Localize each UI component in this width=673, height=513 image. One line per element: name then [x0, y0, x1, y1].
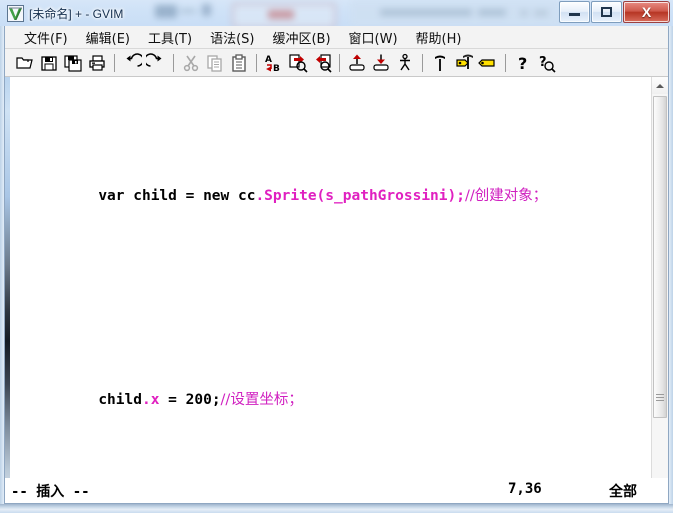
maximize-icon [601, 6, 612, 17]
code-content[interactable]: var child = new cc.Sprite(s_pathGrossini… [11, 77, 641, 503]
toolbar-separator [339, 53, 340, 72]
toolbar-separator [256, 53, 257, 72]
window-title: [未命名] + - GVIM [29, 6, 124, 21]
make-icon [435, 55, 445, 71]
window-controls: X [558, 0, 670, 23]
gvim-window: [未命名] + - GVIM X 文件(F) 编辑(E) 工具(T) 语法(S)… [0, 0, 673, 513]
status-position: 7,36 [508, 481, 542, 497]
status-line: -- 插入 -- 7,36 全部 [5, 478, 668, 503]
undo-button[interactable] [120, 51, 144, 75]
svg-text:B: B [273, 64, 280, 73]
copy-button[interactable] [203, 51, 227, 75]
menu-help[interactable]: 帮助(H) [407, 26, 471, 49]
code-token: child [98, 392, 142, 408]
open-file-icon [16, 56, 33, 69]
jump-to-tag-icon [478, 58, 495, 67]
build-tags-icon [456, 54, 473, 69]
code-comment: //创建对象； [464, 188, 548, 204]
editor-area[interactable]: var child = new cc.Sprite(s_pathGrossini… [5, 77, 668, 503]
code-token: var child = new cc [98, 188, 256, 204]
load-session-button[interactable] [345, 51, 369, 75]
paste-button[interactable] [227, 51, 251, 75]
menu-syntax[interactable]: 语法(S) [201, 26, 263, 49]
redo-button[interactable] [144, 51, 168, 75]
svg-text:?: ? [518, 54, 527, 73]
save-file-icon [41, 55, 57, 71]
status-mode: -- 插入 -- [11, 484, 90, 500]
find-help-button[interactable]: ? [535, 51, 559, 75]
find-help-icon: ? [539, 55, 556, 73]
code-line-3: child.x = 200;//设置坐标； [11, 349, 641, 408]
menu-edit[interactable]: 编辑(E) [77, 26, 139, 49]
scroll-thumb-grip [656, 392, 664, 403]
code-token: = 200; [159, 392, 221, 408]
toolbar-separator [422, 53, 423, 72]
load-session-icon [349, 54, 365, 71]
title-bar[interactable]: [未命名] + - GVIM X [0, 0, 673, 26]
maximize-button[interactable] [591, 0, 622, 23]
find-replace-icon: A B [265, 55, 280, 73]
make-button[interactable] [428, 51, 452, 75]
find-previous-icon [316, 53, 332, 73]
code-token: .x [141, 392, 160, 408]
print-button[interactable] [85, 51, 109, 75]
cut-icon [183, 55, 199, 71]
find-next-button[interactable] [286, 51, 310, 75]
undo-icon [126, 52, 142, 67]
status-scroll: 全部 [609, 484, 637, 500]
toolbar-separator [505, 53, 506, 72]
print-icon [89, 54, 105, 71]
save-session-button[interactable] [369, 51, 393, 75]
help-icon: ? [518, 54, 527, 73]
menu-bar: 文件(F) 编辑(E) 工具(T) 语法(S) 缓冲区(B) 窗口(W) 帮助(… [5, 26, 668, 49]
redo-icon [146, 52, 162, 67]
toolbar-separator [114, 53, 115, 72]
client-area: 文件(F) 编辑(E) 工具(T) 语法(S) 缓冲区(B) 窗口(W) 帮助(… [4, 26, 669, 504]
close-button[interactable]: X [623, 0, 670, 23]
window-border-bottom [0, 504, 673, 513]
scroll-up-arrow-icon [656, 83, 664, 88]
run-script-button[interactable] [393, 51, 417, 75]
menu-file[interactable]: 文件(F) [15, 26, 77, 49]
find-next-icon [289, 53, 308, 73]
scroll-thumb[interactable] [653, 96, 667, 418]
save-all-icon [64, 54, 82, 72]
close-icon: X [641, 3, 652, 20]
run-script-icon [400, 53, 410, 70]
save-session-icon [373, 54, 389, 71]
editor-left-gutter [5, 77, 10, 503]
toolbar-separator [173, 53, 174, 72]
jump-to-tag-button[interactable] [476, 51, 500, 75]
find-previous-button[interactable] [310, 51, 334, 75]
scroll-up-button[interactable] [652, 77, 668, 94]
code-token: .Sprite(s_pathGrossini); [255, 188, 465, 204]
paste-icon [232, 53, 246, 72]
code-comment: //设置坐标； [220, 392, 303, 408]
minimize-button[interactable] [559, 0, 590, 23]
minimize-icon [569, 13, 580, 16]
cut-button[interactable] [179, 51, 203, 75]
vertical-scrollbar[interactable] [651, 77, 668, 503]
save-file-button[interactable] [37, 51, 61, 75]
code-line-1: var child = new cc.Sprite(s_pathGrossini… [11, 145, 641, 204]
menu-tools[interactable]: 工具(T) [139, 26, 201, 49]
tool-bar: A B ? ? [5, 49, 668, 77]
menu-window[interactable]: 窗口(W) [340, 26, 407, 49]
copy-icon [207, 54, 222, 72]
svg-text:A: A [265, 55, 272, 65]
window-border-right [669, 26, 673, 513]
save-all-button[interactable] [61, 51, 85, 75]
open-file-button[interactable] [13, 51, 37, 75]
gvim-icon [7, 4, 24, 22]
find-replace-button[interactable]: A B [262, 51, 286, 75]
help-button[interactable]: ? [511, 51, 535, 75]
menu-buffers[interactable]: 缓冲区(B) [263, 26, 339, 49]
build-tags-button[interactable] [452, 51, 476, 75]
